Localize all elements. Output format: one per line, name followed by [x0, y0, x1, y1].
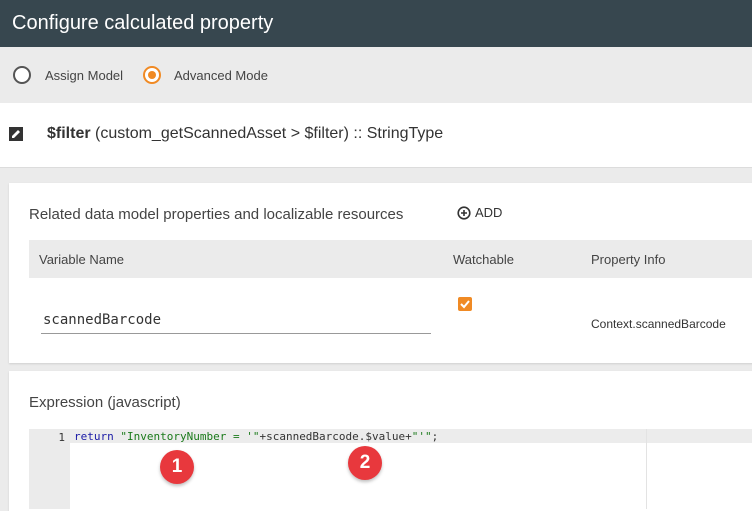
property-name: $filter [47, 125, 91, 142]
variable-name-input[interactable] [41, 307, 431, 334]
property-detail: (custom_getScannedAsset > $filter) :: St… [95, 125, 444, 142]
dialog-title: Configure calculated property [0, 0, 752, 47]
property-info-value: Context.scannedBarcode [591, 317, 726, 331]
assign-model-label[interactable]: Assign Model [45, 68, 123, 83]
line-number: 1 [58, 431, 65, 444]
advanced-mode-label[interactable]: Advanced Mode [174, 68, 268, 83]
column-header-variable-name: Variable Name [39, 252, 125, 267]
code-keyword: return [74, 430, 114, 443]
annotation-badge-1: 1 [160, 450, 194, 484]
table-header: Variable Name Watchable Property Info [29, 240, 752, 278]
add-circle-icon [457, 205, 471, 220]
add-button-label: ADD [475, 205, 503, 220]
annotation-badge-2: 2 [348, 446, 382, 480]
code-editor[interactable]: 1 return "InventoryNumber = '"+scannedBa… [29, 429, 752, 509]
print-margin [646, 429, 647, 509]
edit-icon [9, 127, 23, 141]
code-string-2: "'" [411, 430, 432, 443]
column-header-watchable: Watchable [453, 252, 514, 267]
property-path: $filter (custom_getScannedAsset > $filte… [47, 125, 443, 143]
mode-selector: Assign Model Advanced Mode [0, 47, 752, 103]
editor-gutter: 1 [29, 429, 70, 509]
expression-title: Expression (javascript) [29, 394, 181, 411]
related-properties-title: Related data model properties and locali… [29, 206, 404, 223]
related-properties-card: Related data model properties and locali… [9, 183, 752, 363]
add-button[interactable]: ADD [457, 205, 502, 220]
code-string-1: "InventoryNumber = '" [120, 430, 260, 443]
property-header: $filter (custom_getScannedAsset > $filte… [0, 103, 752, 168]
code-terminator: ; [431, 430, 439, 443]
expression-card: Expression (javascript) 1 return "Invent… [9, 371, 752, 511]
check-icon [460, 300, 470, 309]
assign-model-radio[interactable] [13, 66, 31, 84]
column-header-property-info: Property Info [591, 252, 666, 267]
advanced-mode-radio[interactable] [143, 66, 161, 84]
code-variable: +scannedBarcode.$value+ [259, 430, 412, 443]
watchable-checkbox[interactable] [458, 297, 472, 311]
code-line[interactable]: return "InventoryNumber = '"+scannedBarc… [74, 430, 438, 443]
